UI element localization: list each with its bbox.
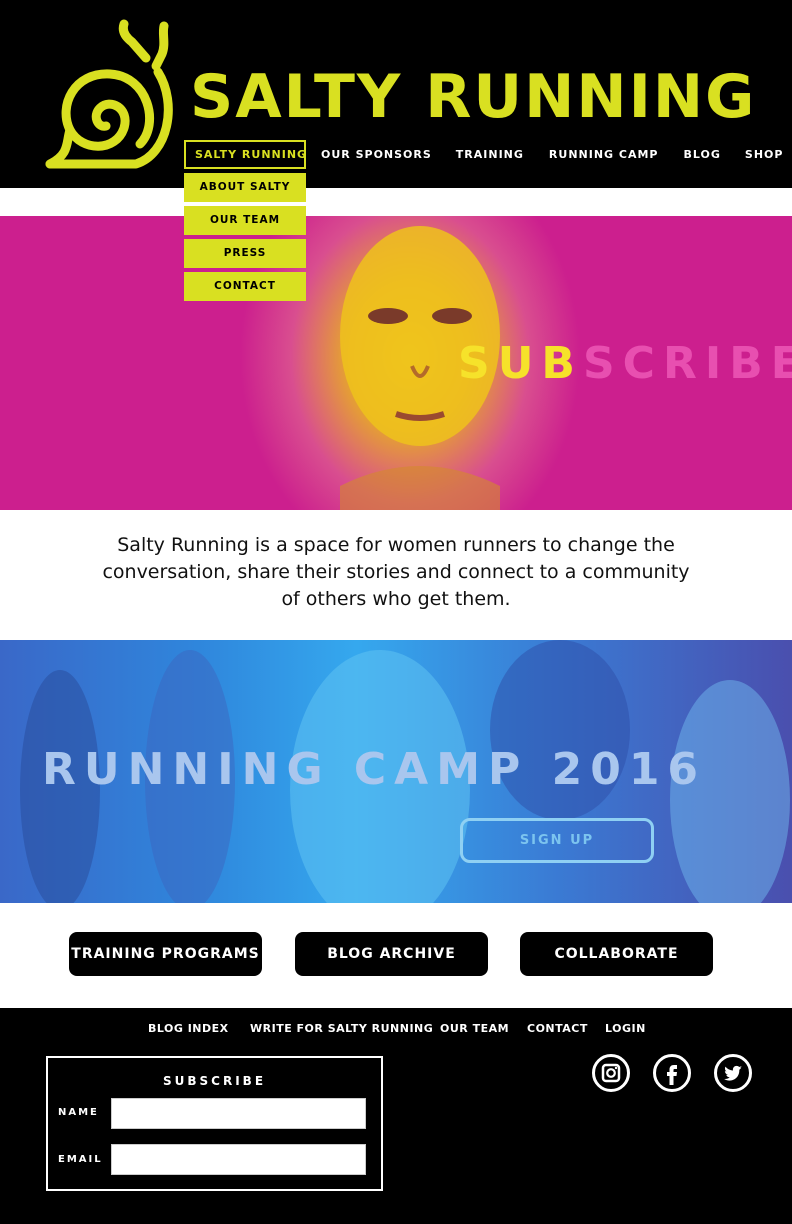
training-programs-button[interactable]: TRAINING PROGRAMS [69, 932, 262, 976]
footer-link-write-for-salty[interactable]: WRITE FOR SALTY RUNNING [250, 1022, 433, 1035]
dropdown-contact[interactable]: CONTACT [184, 272, 306, 301]
running-camp-title: RUNNING CAMP 2016 [42, 744, 707, 795]
twitter-icon[interactable] [714, 1054, 752, 1092]
subscribe-form: SUBSCRIBE NAME EMAIL [46, 1056, 383, 1191]
site-header: SALTY RUNNING SALTY RUNNING OUR SPONSORS… [0, 0, 792, 188]
subscribe-hero-text[interactable]: SUBSCRIBE [458, 338, 792, 389]
nav-our-sponsors[interactable]: OUR SPONSORS [321, 140, 432, 169]
subscribe-hero-lit-part: SUB [458, 338, 583, 389]
nav-shop[interactable]: SHOP [745, 140, 784, 169]
salty-running-dropdown: ABOUT SALTY OUR TEAM PRESS CONTACT [184, 173, 306, 305]
facebook-icon[interactable] [653, 1054, 691, 1092]
instagram-icon[interactable] [592, 1054, 630, 1092]
email-field[interactable] [111, 1144, 366, 1175]
mission-statement: Salty Running is a space for women runne… [102, 534, 690, 610]
dropdown-press[interactable]: PRESS [184, 239, 306, 268]
blog-archive-button[interactable]: BLOG ARCHIVE [295, 932, 488, 976]
subscribe-form-title: SUBSCRIBE [162, 1074, 267, 1088]
collaborate-button[interactable]: COLLABORATE [520, 932, 713, 976]
site-footer: BLOG INDEX WRITE FOR SALTY RUNNING OUR T… [0, 1008, 792, 1224]
main-nav: SALTY RUNNING OUR SPONSORS TRAINING RUNN… [184, 140, 783, 169]
name-label: NAME [58, 1107, 99, 1118]
dropdown-about-salty[interactable]: ABOUT SALTY [184, 173, 306, 202]
sign-up-button[interactable]: SIGN UP [460, 818, 654, 863]
footer-link-our-team[interactable]: OUR TEAM [440, 1022, 509, 1035]
email-label: EMAIL [58, 1154, 103, 1165]
nav-running-camp[interactable]: RUNNING CAMP [549, 140, 659, 169]
subscribe-hero-rest: SCRIBE [582, 338, 792, 389]
dropdown-our-team[interactable]: OUR TEAM [184, 206, 306, 235]
nav-training[interactable]: TRAINING [456, 140, 524, 169]
nav-salty-running[interactable]: SALTY RUNNING [184, 140, 306, 169]
subscribe-hero-banner[interactable]: SUBSCRIBE [0, 216, 792, 510]
footer-link-blog-index[interactable]: BLOG INDEX [148, 1022, 229, 1035]
footer-link-contact[interactable]: CONTACT [527, 1022, 588, 1035]
nav-blog[interactable]: BLOG [684, 140, 721, 169]
running-camp-banner: RUNNING CAMP 2016 SIGN UP [0, 640, 792, 903]
brand-wordmark[interactable]: SALTY RUNNING [190, 62, 756, 132]
footer-link-login[interactable]: LOGIN [605, 1022, 646, 1035]
snail-logo-icon[interactable] [40, 14, 180, 174]
name-field[interactable] [111, 1098, 366, 1129]
